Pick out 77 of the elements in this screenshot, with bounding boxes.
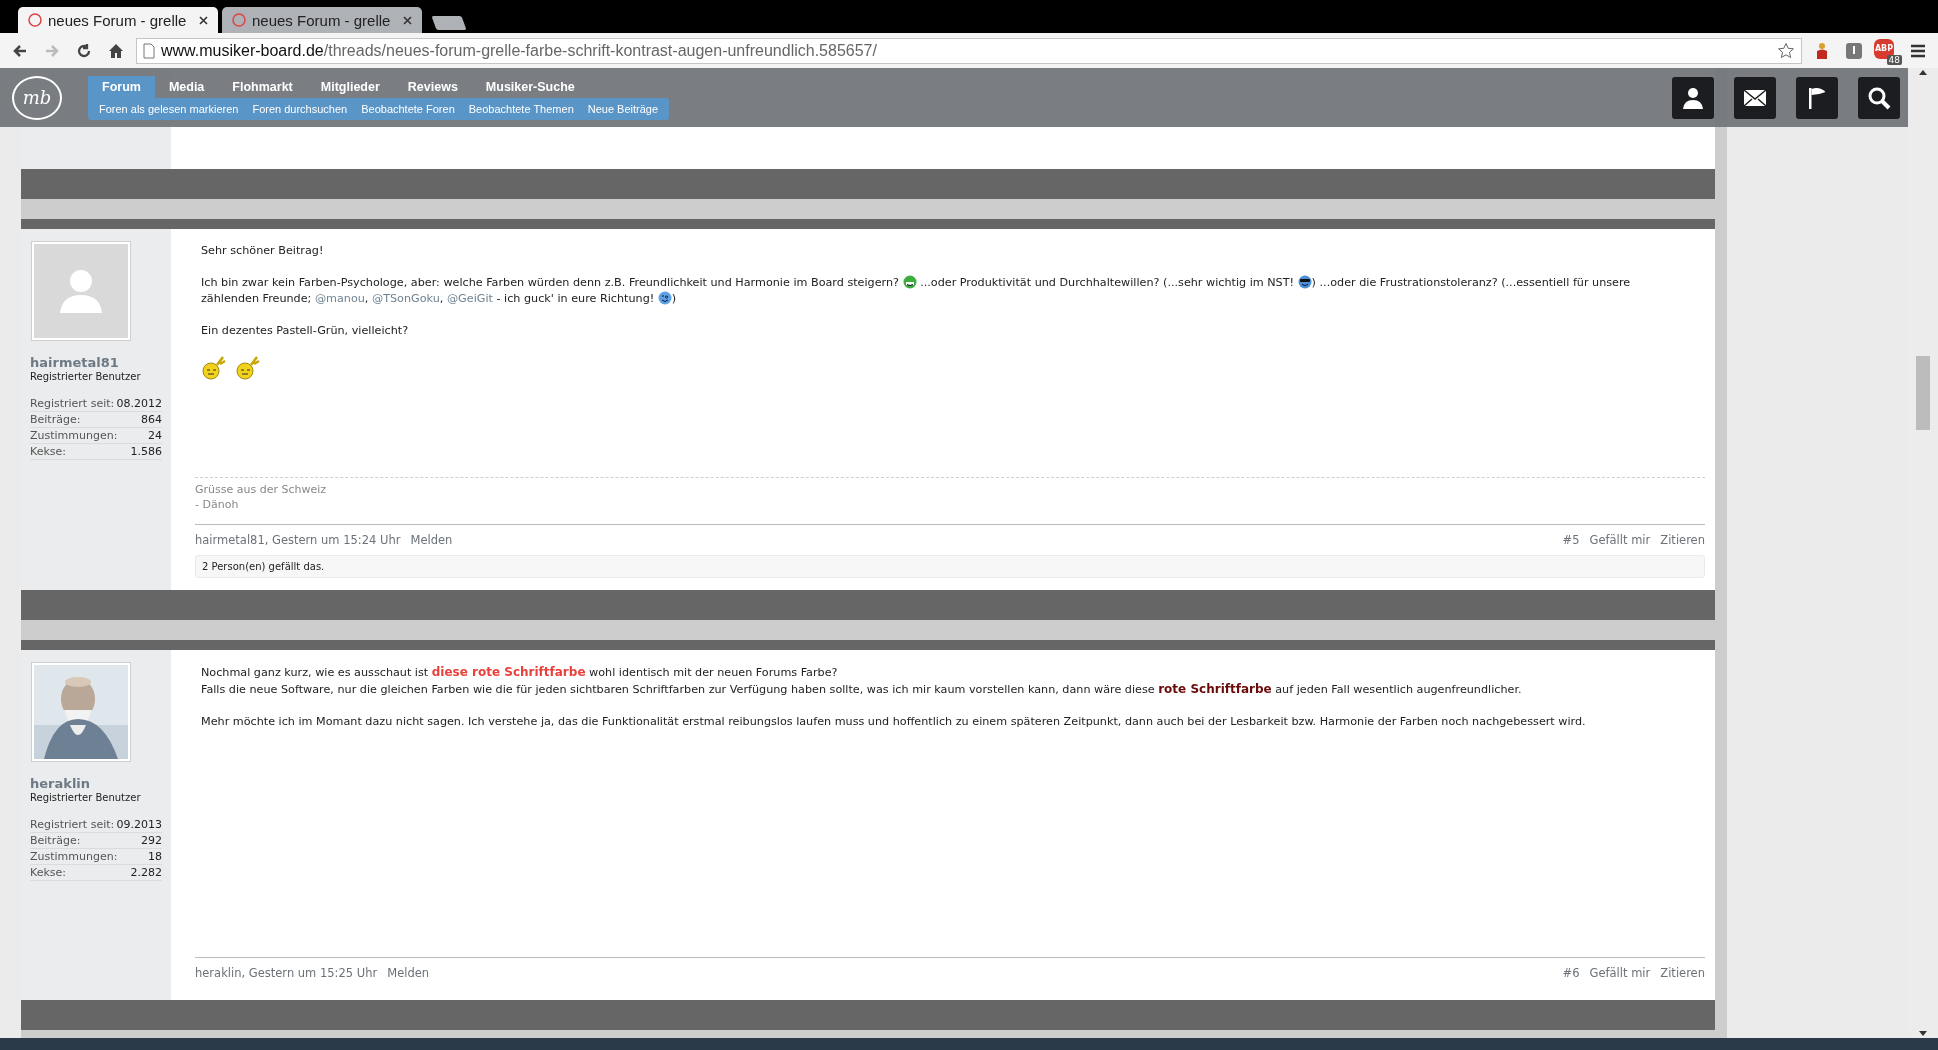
stat-label: Registriert seit: — [30, 397, 115, 410]
post-meta: heraklin, Gestern um 15:25 Uhr — [195, 966, 378, 980]
stat-label: Registriert seit: — [30, 818, 115, 831]
signature-text: - Dänoh — [195, 497, 240, 512]
post-text: Ein dezentes Pastell-Grün, vielleicht? — [201, 323, 410, 339]
favicon-icon — [28, 13, 42, 27]
likes-summary: 2 Person(en) gefällt das. — [195, 555, 1705, 578]
account-button[interactable] — [1672, 76, 1714, 119]
like-link[interactable]: Gefällt mir — [1589, 533, 1651, 547]
page-icon — [143, 42, 155, 59]
stat-value: 18 — [148, 850, 162, 863]
flag-icon — [1806, 85, 1828, 110]
mention-link[interactable]: @TSonGoku — [372, 292, 440, 305]
mention-link[interactable]: @manou — [314, 292, 365, 305]
report-link[interactable]: Melden — [387, 966, 430, 980]
reload-icon[interactable] — [75, 41, 93, 60]
stat-label: Kekse: — [30, 866, 66, 879]
extension-icon[interactable] — [1845, 41, 1863, 60]
alerts-button[interactable] — [1796, 76, 1838, 119]
scrollbar[interactable] — [1908, 68, 1938, 1038]
browser-tab[interactable]: neues Forum - grelle — [222, 7, 422, 33]
stat-label: Kekse: — [30, 445, 66, 458]
nav-tab[interactable]: Reviews — [393, 75, 472, 98]
stat-value: 2.282 — [130, 866, 162, 879]
site-logo[interactable]: mb — [12, 75, 62, 120]
stat-value: 09.2013 — [116, 818, 162, 831]
post-text: Ich bin zwar kein Farben-Psychologe, aber: welche Farben würden denn z.B. Freundlichkeit und Harmonie im Board steigern? ...oder Produktivität und Durchhaltewillen? (...sehr wichtig im NST! ) ...oder die Frustrationstoleranz? (...essentiell für unsere zählenden Freunde; @manou, @TSonGoku, @GeiGit - ich guck' in eure Richtung! ) — [201, 275, 1632, 307]
stat-value: 292 — [141, 834, 162, 847]
stat-label: Beiträge: — [30, 413, 81, 426]
subnav-link[interactable]: Beobachtete Themen — [461, 100, 581, 117]
messages-button[interactable] — [1734, 76, 1776, 119]
nav-tab[interactable]: Musiker-Suche — [471, 75, 589, 98]
post-meta: hairmetal81, Gestern um 15:24 Uhr — [195, 533, 401, 547]
search-icon — [1867, 85, 1891, 110]
quote-link[interactable]: Zitieren — [1660, 533, 1705, 547]
post-number-link[interactable]: #6 — [1562, 966, 1580, 980]
stat-value: 864 — [141, 413, 162, 426]
stat-label: Zustimmungen: — [30, 429, 118, 442]
post-text: Sehr schöner Beitrag! — [201, 243, 325, 259]
subnav-link[interactable]: Foren durchsuchen — [245, 100, 355, 117]
stat-value: 24 — [148, 429, 162, 442]
star-icon[interactable] — [1777, 41, 1795, 60]
nav-tab[interactable]: Flohmarkt — [218, 75, 307, 98]
new-tab-button[interactable] — [431, 16, 467, 30]
post-text: Falls die neue Software, nur die gleichen Farben wie die für jeden sichtbaren Schriftfarben zur Verfügung haben sollte, was ich mir kaum vorstellen kann, dann wäre diese rote Schriftfarbe auf jeden Fall wesentlich augenfreundlicher. — [201, 681, 1523, 698]
stat-label: Beiträge: — [30, 834, 81, 847]
user-icon — [1681, 85, 1705, 110]
browser-tab[interactable]: neues Forum - grelle — [18, 7, 218, 33]
home-icon[interactable] — [107, 41, 125, 60]
close-icon[interactable] — [403, 15, 412, 25]
user-title: Registrierter Benutzer — [30, 371, 142, 382]
mail-icon — [1743, 88, 1767, 107]
nav-tab[interactable]: Forum — [88, 75, 155, 98]
user-title: Registrierter Benutzer — [30, 792, 142, 803]
close-icon[interactable] — [199, 15, 208, 25]
subnav-link[interactable]: Foren als gelesen markieren — [92, 100, 246, 117]
stat-value: 1.586 — [130, 445, 162, 458]
mention-link[interactable]: @GeiGit — [446, 292, 493, 305]
stat-label: Zustimmungen: — [30, 850, 118, 863]
stat-value: 08.2012 — [116, 397, 162, 410]
post-text: Mehr möchte ich im Momant dazu nicht sagen. Ich verstehe ja, das die Funktionalität erstmal reibungslos laufen muss und hoffentlich zu einem späteren Zeitpunkt, dann auch bei der Lesbarkeit bzw. Harmonie der Farben noch nachgebessert wird. — [201, 714, 1587, 730]
post-number-link[interactable]: #5 — [1562, 533, 1580, 547]
signature-text: Grüsse aus der Schweiz — [195, 482, 328, 497]
subnav-link[interactable]: Beobachtete Foren — [354, 100, 462, 117]
quote-link[interactable]: Zitieren — [1660, 966, 1705, 980]
address-bar[interactable]: www.musiker-board.de/threads/neues-forum-grelle-farbe-schrift-kontrast-augen-unfreundlich.585657/ — [136, 37, 1802, 64]
like-link[interactable]: Gefällt mir — [1589, 966, 1651, 980]
post-text: Nochmal ganz kurz, wie es ausschaut ist diese rote Schriftfarbe wohl identisch mit der neuen Forums Farbe? — [201, 664, 839, 681]
nav-tab[interactable]: Media — [154, 75, 219, 98]
scroll-thumb[interactable] — [1916, 356, 1930, 430]
search-button[interactable] — [1858, 76, 1900, 119]
report-link[interactable]: Melden — [410, 533, 453, 547]
favicon-icon — [232, 13, 246, 27]
nav-tab[interactable]: Mitglieder — [306, 75, 394, 98]
username-link[interactable]: heraklin — [30, 776, 167, 791]
subnav-link[interactable]: Neue Beiträge — [580, 100, 666, 117]
username-link[interactable]: hairmetal81 — [30, 355, 167, 370]
